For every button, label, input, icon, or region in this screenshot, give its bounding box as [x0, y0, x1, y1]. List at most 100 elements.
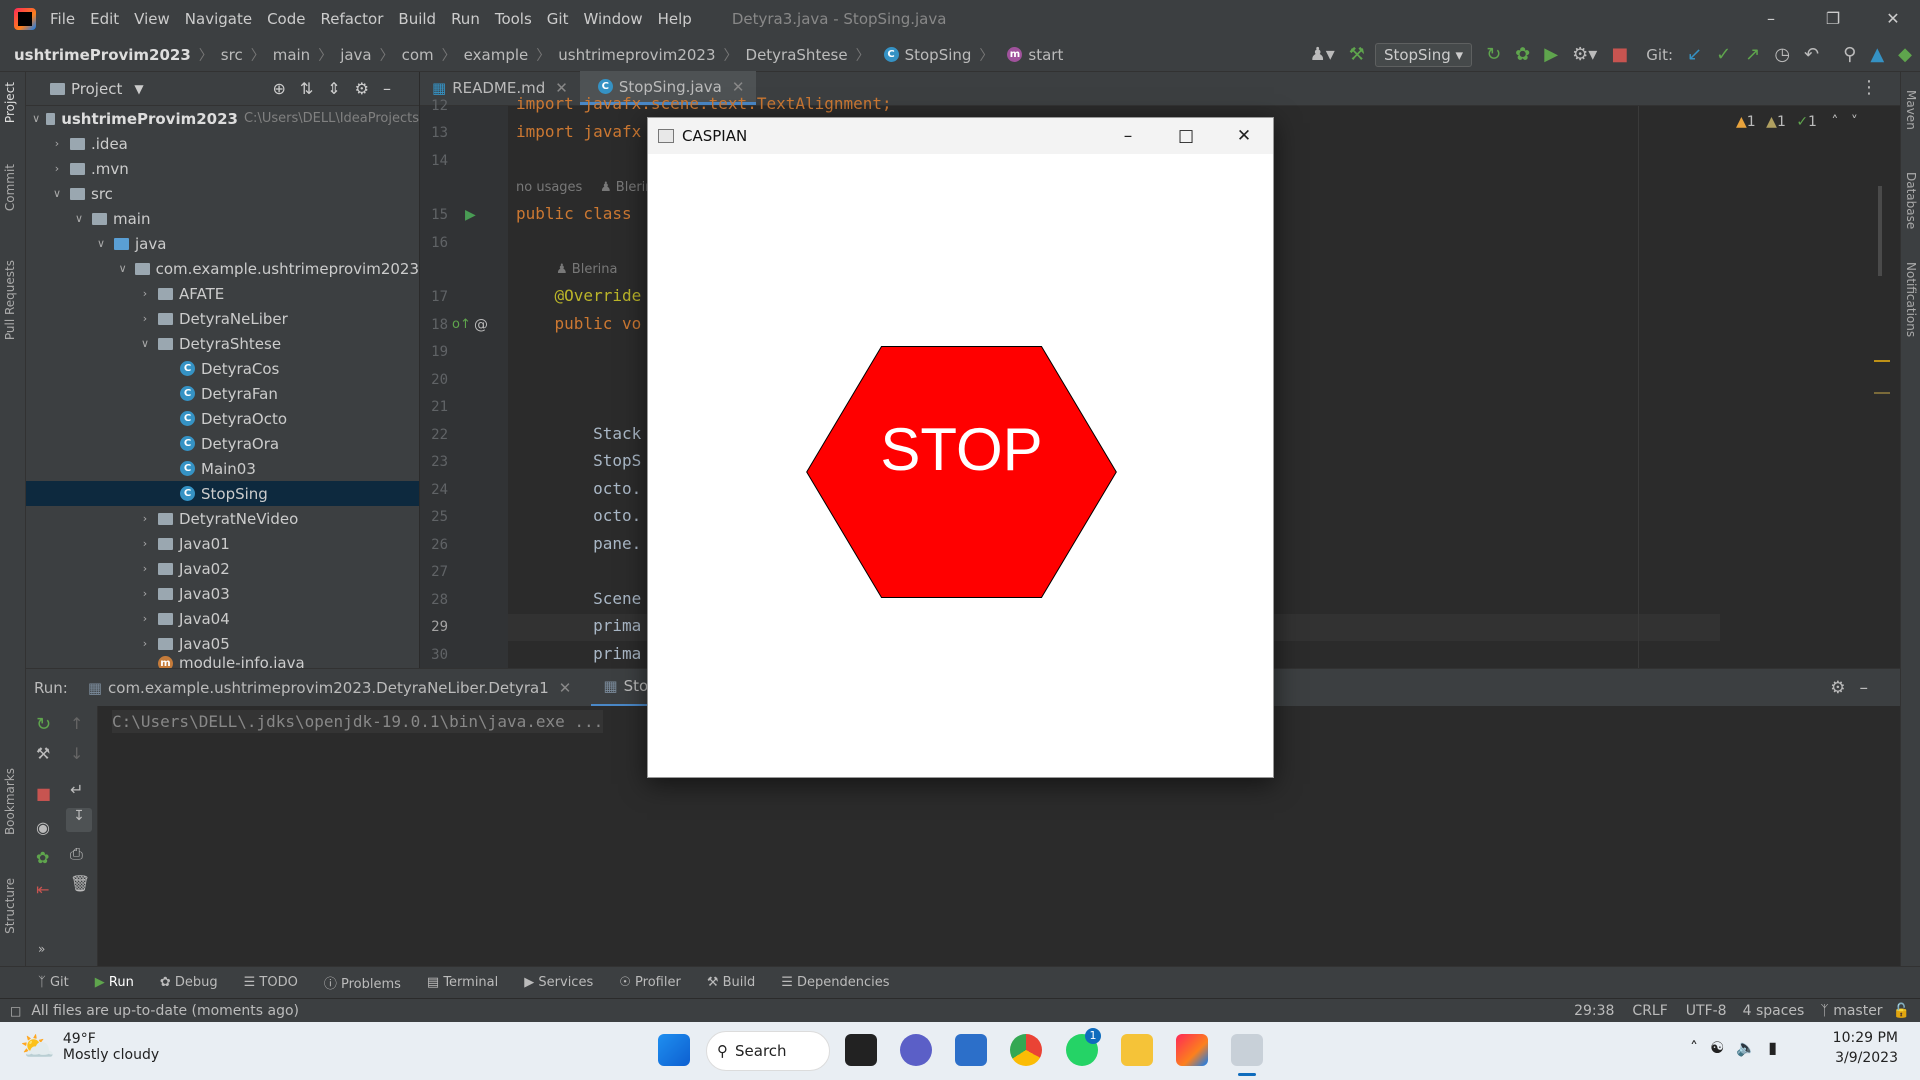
menu-edit[interactable]: Edit — [90, 10, 119, 28]
tree-item[interactable]: C Main03 — [26, 456, 419, 481]
search-icon[interactable]: ⚲ — [1843, 44, 1856, 65]
soft-wrap-icon[interactable]: ↵ — [70, 780, 83, 799]
chrome-icon[interactable] — [1010, 1034, 1042, 1066]
run-config-selector[interactable]: StopSing ▾ — [1374, 42, 1473, 67]
tool-database[interactable]: Database — [1904, 172, 1918, 229]
taskbar-clock[interactable]: 10:29 PM 3/9/2023 — [1833, 1028, 1898, 1068]
tree-item[interactable]: ∨ com.example.ushtrimeprovim2023 — [26, 256, 419, 281]
wrench-icon[interactable]: ⚒ — [36, 744, 50, 763]
tree-item[interactable]: ∨ main — [26, 206, 419, 231]
breadcrumb-stopsing[interactable]: StopSing — [905, 46, 972, 64]
breadcrumb-example[interactable]: example — [464, 46, 529, 64]
tree-item[interactable]: C DetyraOra — [26, 431, 419, 456]
tool-services[interactable]: ▶ Services — [524, 975, 593, 990]
menu-tools[interactable]: Tools — [495, 10, 532, 28]
tool-todo[interactable]: ☰ TODO — [244, 975, 298, 990]
javafx-titlebar[interactable]: CASPIAN – □ ✕ — [648, 118, 1273, 154]
menu-refactor[interactable]: Refactor — [320, 10, 383, 28]
tree-item[interactable]: › .idea — [26, 131, 419, 156]
tree-item[interactable]: ∨ java — [26, 231, 419, 256]
restore-icon[interactable]: ❐ — [1808, 4, 1858, 34]
more-icon[interactable]: ⋮ — [1860, 71, 1878, 105]
annotation-gutter-icon[interactable]: @ — [474, 317, 488, 333]
task-view-icon[interactable] — [845, 1034, 877, 1066]
tool-bookmarks[interactable]: Bookmarks — [3, 768, 17, 835]
close-icon[interactable]: ✕ — [1215, 118, 1273, 154]
tool-git[interactable]: ᛉ Git — [38, 975, 69, 990]
tree-item[interactable]: ∨ src — [26, 181, 419, 206]
menu-build[interactable]: Build — [398, 10, 436, 28]
tree-item[interactable]: › Java04 — [26, 606, 419, 631]
tree-item[interactable]: › Java02 — [26, 556, 419, 581]
menu-view[interactable]: View — [134, 10, 170, 28]
scroll-to-end-icon[interactable]: ↧ — [66, 808, 92, 832]
trash-icon[interactable]: 🗑 — [70, 874, 90, 893]
menu-window[interactable]: Window — [583, 10, 642, 28]
tool-terminal[interactable]: ▤ Terminal — [427, 975, 498, 990]
run-gutter-icon[interactable]: ▶ — [465, 207, 476, 223]
override-gutter-icon[interactable]: o↑ — [452, 317, 471, 332]
tool-debug[interactable]: ✿ Debug — [160, 975, 218, 990]
run-tab-detyra1[interactable]: ▦ com.example.ushtrimeprovim2023.DetyraNe… — [88, 669, 572, 707]
weather-widget[interactable]: ⛅ 49°F Mostly cloudy — [20, 1030, 159, 1063]
tool-build[interactable]: ⚒ Build — [707, 975, 755, 990]
chevron-down-icon[interactable]: ˅ — [1851, 114, 1858, 130]
update-icon[interactable]: ▲ — [1870, 44, 1884, 65]
debug-icon[interactable]: ✿ — [1515, 44, 1530, 65]
rerun-icon[interactable]: ↻ — [36, 714, 51, 735]
more-tools-icon[interactable]: » — [38, 942, 45, 956]
menu-git[interactable]: Git — [547, 10, 569, 28]
chevron-up-icon[interactable]: ˄ — [1831, 114, 1838, 130]
stop-icon[interactable]: ■ — [1611, 44, 1628, 65]
store-icon[interactable] — [955, 1034, 987, 1066]
menu-navigate[interactable]: Navigate — [185, 10, 252, 28]
tool-project[interactable]: Project — [3, 82, 17, 123]
teams-chat-icon[interactable] — [900, 1034, 932, 1066]
tool-commit[interactable]: Commit — [3, 164, 17, 211]
down-arrow-icon[interactable]: ↓ — [70, 744, 83, 763]
breadcrumb-main[interactable]: main — [273, 46, 310, 64]
stop-icon[interactable]: ■ — [36, 784, 51, 803]
tree-item[interactable]: C DetyraFan — [26, 381, 419, 406]
breadcrumb-project[interactable]: ushtrimeProvim2023 — [14, 46, 191, 64]
status-square-icon[interactable]: □ — [10, 1004, 21, 1018]
breadcrumb-detyrashtese[interactable]: DetyraShtese — [746, 46, 848, 64]
lock-icon[interactable]: 🔓 — [1893, 1003, 1910, 1019]
tool-maven[interactable]: Maven — [1904, 90, 1918, 130]
tool-notifications[interactable]: Notifications — [1904, 262, 1918, 337]
intellij-icon[interactable] — [1176, 1034, 1208, 1066]
menu-help[interactable]: Help — [658, 10, 692, 28]
tree-item[interactable]: › Java01 — [26, 531, 419, 556]
tree-item[interactable]: ∨ DetyraShtese — [26, 331, 419, 356]
tree-item[interactable]: › Java03 — [26, 581, 419, 606]
tree-item[interactable]: › DetyraNeLiber — [26, 306, 419, 331]
up-arrow-icon[interactable]: ↑ — [70, 714, 83, 733]
system-tray-icons[interactable]: ˄☯🔈▮ — [1690, 1038, 1789, 1057]
tool-run[interactable]: ▶ Run — [95, 975, 134, 990]
line-separator[interactable]: CRLF — [1632, 1003, 1667, 1019]
breadcrumb-com[interactable]: com — [402, 46, 434, 64]
project-view-selector[interactable]: Project — [71, 80, 122, 98]
menu-file[interactable]: File — [50, 10, 75, 28]
close-icon[interactable]: ✕ — [559, 679, 572, 697]
caret-position[interactable]: 29:38 — [1574, 1003, 1614, 1019]
tool-pull-requests[interactable]: Pull Requests — [3, 260, 17, 340]
author-hint[interactable]: ♟ Blerina — [556, 262, 618, 277]
run-pane-settings[interactable]: ⚙– — [1830, 678, 1882, 698]
git-push-icon[interactable]: ↗ — [1745, 44, 1760, 65]
tree-item[interactable]: C DetyraCos — [26, 356, 419, 381]
chevron-down-icon[interactable]: ▼ — [134, 82, 143, 96]
print-icon[interactable]: ⎙ — [70, 844, 83, 864]
build-hammer-icon[interactable]: ⚒ — [1349, 44, 1365, 65]
file-explorer-icon[interactable] — [1121, 1034, 1153, 1066]
jetbrains-icon[interactable]: ◆ — [1898, 44, 1912, 65]
more-run-icon[interactable]: ⚙▾ — [1572, 44, 1597, 65]
rollback-icon[interactable]: ↶ — [1804, 44, 1819, 65]
indent-setting[interactable]: 4 spaces — [1743, 1003, 1805, 1019]
usages-hint[interactable]: no usages — [516, 180, 582, 195]
inspection-widget[interactable]: ▲1 ▲1 ✓1 ˄ ˅ — [1736, 114, 1858, 130]
git-branch[interactable]: ᛉ master — [1820, 1003, 1882, 1019]
file-encoding[interactable]: UTF-8 — [1686, 1003, 1727, 1019]
java-app-icon[interactable] — [1231, 1034, 1263, 1066]
close-icon[interactable]: ✕ — [1868, 4, 1918, 34]
